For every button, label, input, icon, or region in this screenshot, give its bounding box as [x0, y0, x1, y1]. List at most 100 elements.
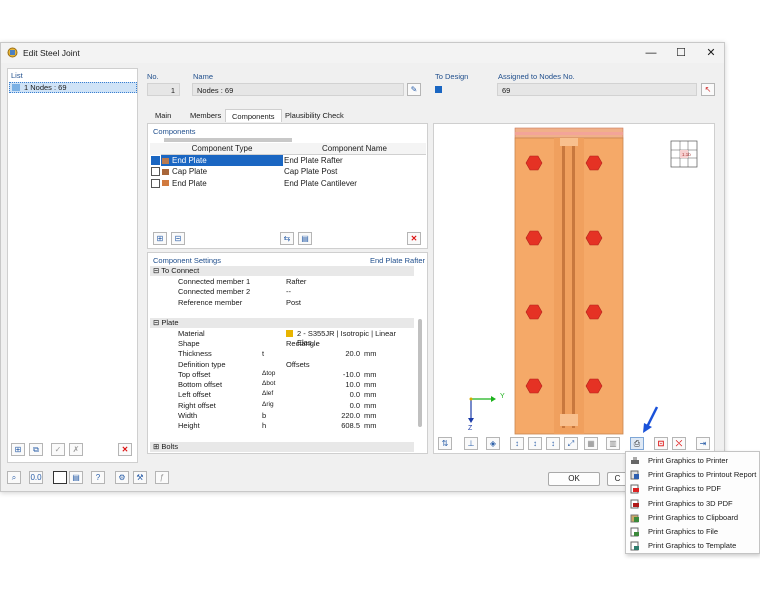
setting-row[interactable]: Height h 608.5 mm	[150, 421, 414, 431]
component-type: End Plate	[172, 178, 207, 188]
setting-value: Rectangle	[286, 339, 320, 348]
components-title: Components	[153, 127, 196, 136]
setting-row[interactable]: Right offset Δrig 0.0 mm	[150, 401, 414, 411]
menu-item-print-template[interactable]: Print Graphics to Template	[626, 539, 760, 553]
group-to-connect[interactable]: ⊟ To Connect	[150, 266, 414, 276]
component-settings-panel: Component Settings End Plate Rafter ⊟ To…	[147, 252, 428, 454]
template-icon	[630, 541, 639, 551]
transfer-icon[interactable]: ⇆	[280, 232, 294, 245]
setting-row[interactable]: Top offset Δtop -10.0 mm	[150, 370, 414, 380]
coordinate-system-icon[interactable]: ⊥	[464, 437, 478, 450]
settings-icon[interactable]: ⚙	[115, 471, 129, 484]
setting-value: 0.0	[349, 390, 360, 400]
name-field[interactable]: Nodes : 69	[192, 83, 404, 96]
tab-members[interactable]: Members	[184, 109, 227, 122]
setting-row[interactable]: Width b 220.0 mm	[150, 411, 414, 421]
setting-row[interactable]: Connected member 2 --	[150, 287, 414, 297]
new-item-icon[interactable]: ⊞	[11, 443, 25, 456]
library-icon[interactable]: ▤	[298, 232, 312, 245]
group-bolts-label: Bolts	[161, 442, 179, 451]
render-icon[interactable]: ◈	[486, 437, 500, 450]
add-component-icon[interactable]: ⊞	[153, 232, 167, 245]
component-type: End Plate	[172, 156, 207, 165]
display-model-icon[interactable]: ▥	[606, 437, 620, 450]
component-checkbox[interactable]	[151, 155, 160, 165]
group-bolts[interactable]: ⊞ Bolts	[150, 442, 414, 452]
maximize-button[interactable]: ☐	[666, 43, 696, 63]
component-checkbox[interactable]	[151, 167, 160, 177]
setting-row[interactable]: Thickness t 20.0 mm	[150, 349, 414, 359]
view-x-icon[interactable]: ↕	[510, 437, 524, 450]
menu-item-print-clipboard[interactable]: Print Graphics to Clipboard	[626, 511, 760, 525]
search-icon[interactable]: ⌕	[7, 471, 21, 484]
setting-row[interactable]: Left offset Δlef 0.0 mm	[150, 390, 414, 400]
menu-item-print-printer[interactable]: Print Graphics to Printer	[626, 454, 760, 468]
setting-row[interactable]: Reference member Post	[150, 298, 414, 308]
setting-unit: mm	[364, 400, 377, 410]
display-options-icon[interactable]: ▦	[584, 437, 598, 450]
view-z-icon[interactable]: ↕	[546, 437, 560, 450]
color-icon[interactable]	[53, 471, 67, 484]
material-color	[286, 330, 293, 337]
print-icon[interactable]: ⎙	[630, 437, 644, 450]
menu-item-label: Print Graphics to 3D PDF	[648, 498, 733, 508]
menu-item-print-file[interactable]: Print Graphics to File	[626, 525, 760, 539]
select-nodes-icon[interactable]: ↖	[701, 83, 715, 96]
component-row[interactable]: End Plate End Plate Rafter	[150, 154, 426, 166]
menu-item-print-report[interactable]: Print Graphics to Printout Report	[626, 468, 760, 482]
insert-component-icon[interactable]: ⊟	[171, 232, 185, 245]
view-iso-icon[interactable]: ⤢	[564, 437, 578, 450]
setting-value: 10.0	[345, 380, 360, 390]
reset-view-icon[interactable]: ⤬	[672, 437, 686, 450]
setting-value: 608.5	[341, 421, 360, 431]
ok-button[interactable]: OK	[548, 472, 600, 486]
delete-component-icon[interactable]: ✕	[407, 232, 421, 245]
component-row[interactable]: End Plate End Plate Cantilever	[150, 177, 426, 188]
name-label: Name	[193, 72, 214, 81]
component-row[interactable]: Cap Plate Cap Plate Post	[150, 166, 426, 177]
menu-item-print-3d-pdf[interactable]: Print Graphics to 3D PDF	[626, 497, 760, 511]
copy-item-icon[interactable]: ⧉	[29, 443, 43, 456]
setting-label: Left offset	[178, 390, 211, 400]
no-label: No.	[147, 72, 159, 81]
component-checkbox[interactable]	[151, 178, 160, 188]
cancel-button[interactable]: C	[607, 472, 627, 486]
no-field[interactable]: 1	[147, 83, 180, 96]
list-item-icon	[12, 84, 20, 91]
help-icon[interactable]: ?	[91, 471, 105, 484]
setting-row[interactable]: Connected member 1 Rafter	[150, 277, 414, 287]
setting-symbol: Δlef	[262, 390, 274, 398]
view-settings-icon[interactable]: ⇅	[438, 437, 452, 450]
tools-icon[interactable]: ⚒	[133, 471, 147, 484]
assigned-nodes-label: Assigned to Nodes No.	[498, 72, 575, 81]
assigned-nodes-field[interactable]: 69	[497, 83, 697, 96]
printout-report-icon	[630, 470, 639, 480]
setting-value: -10.0	[342, 369, 360, 379]
list-item[interactable]: 1 Nodes : 69	[9, 82, 137, 93]
setting-row[interactable]: Bottom offset Δbot 10.0 mm	[150, 380, 414, 390]
setting-row[interactable]: Definition type Offsets	[150, 360, 414, 370]
tab-main[interactable]: Main	[149, 109, 177, 122]
tab-components[interactable]: Components	[225, 109, 282, 122]
view-y-icon[interactable]: ↕	[528, 437, 542, 450]
script-icon[interactable]: ƒ	[155, 471, 169, 484]
group-plate[interactable]: ⊟ Plate	[150, 318, 414, 328]
graphics-viewport[interactable]: 1.1b Y Z ⇅ ⊥ ◈ ↕ ↕ ↕ ⤢ ▦ ▥ ⎙ ⊡ ⤬ ⇥	[433, 123, 715, 454]
minimize-button[interactable]: —	[636, 43, 666, 63]
delete-item-icon[interactable]: ✕	[118, 443, 132, 456]
setting-row-material[interactable]: Material 2 - S355JR | Isotropic | Linear…	[150, 329, 414, 347]
menu-item-print-pdf[interactable]: Print Graphics to PDF	[626, 482, 760, 496]
edit-name-icon[interactable]: ✎	[407, 83, 421, 96]
uncheck-icon[interactable]: ✗	[69, 443, 83, 456]
check-icon[interactable]: ✓	[51, 443, 65, 456]
setting-row[interactable]: Shape Rectangle	[150, 339, 414, 349]
to-design-checkbox[interactable]	[435, 86, 442, 93]
settings-scrollbar[interactable]	[418, 319, 422, 427]
tab-plausibility-check[interactable]: Plausibility Check	[279, 109, 350, 122]
close-window-button[interactable]: ✕	[696, 43, 726, 63]
units-icon[interactable]: 0.0	[29, 471, 43, 484]
to-design-label: To Design	[435, 72, 469, 81]
pdf-icon[interactable]: ⊡	[654, 437, 668, 450]
export-icon[interactable]: ⇥	[696, 437, 710, 450]
table-icon[interactable]: ▤	[69, 471, 83, 484]
